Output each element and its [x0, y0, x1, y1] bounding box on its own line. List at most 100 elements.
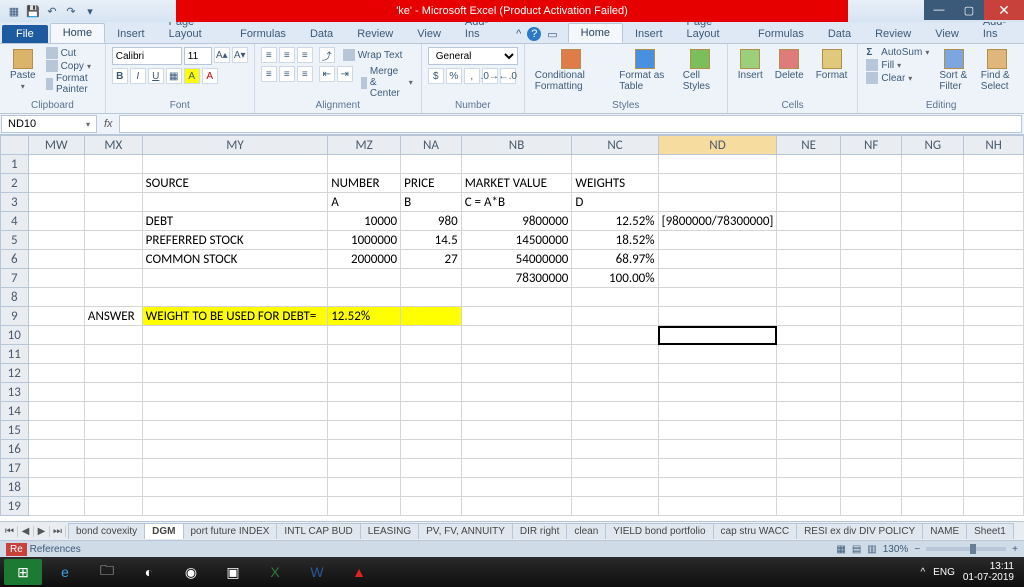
- cell-NH11[interactable]: [964, 345, 1024, 364]
- cell-NE1[interactable]: [777, 155, 840, 174]
- cell-NG19[interactable]: [902, 497, 964, 516]
- cell-NB6[interactable]: 54000000: [461, 250, 572, 269]
- cell-NB17[interactable]: [461, 459, 572, 478]
- cell-MZ9[interactable]: 12.52%: [328, 307, 401, 326]
- cell-MY7[interactable]: [142, 269, 328, 288]
- cell-MZ14[interactable]: [328, 402, 401, 421]
- file-tab[interactable]: File: [2, 25, 48, 43]
- cell-NG7[interactable]: [902, 269, 964, 288]
- cell-MW12[interactable]: [28, 364, 84, 383]
- cell-ND5[interactable]: [658, 231, 777, 250]
- row-header-12[interactable]: 12: [1, 364, 29, 383]
- sheet-tab-cap-stru-wacc[interactable]: cap stru WACC: [713, 523, 798, 539]
- cell-NF13[interactable]: [840, 383, 902, 402]
- cell-NA15[interactable]: [401, 421, 462, 440]
- sheet-tab-bond-covexity[interactable]: bond covexity: [68, 523, 145, 539]
- cell-NE10[interactable]: [777, 326, 840, 345]
- col-header-ND[interactable]: ND: [658, 136, 777, 155]
- col-header-MY[interactable]: MY: [142, 136, 328, 155]
- cell-ND19[interactable]: [658, 497, 777, 516]
- cell-styles-button[interactable]: Cell Styles: [679, 47, 721, 94]
- cell-NF8[interactable]: [840, 288, 902, 307]
- sheet-tab-sheet1[interactable]: Sheet1: [966, 523, 1014, 539]
- cell-MY2[interactable]: SOURCE: [142, 174, 328, 193]
- row-header-16[interactable]: 16: [1, 440, 29, 459]
- cell-ND1[interactable]: [658, 155, 777, 174]
- cell-NG18[interactable]: [902, 478, 964, 497]
- sheet-tab-port-future-index[interactable]: port future INDEX: [183, 523, 278, 539]
- view-layout-icon[interactable]: ▤: [852, 544, 861, 555]
- cell-NH14[interactable]: [964, 402, 1024, 421]
- cell-ND9[interactable]: [658, 307, 777, 326]
- cell-MW4[interactable]: [28, 212, 84, 231]
- cell-NE11[interactable]: [777, 345, 840, 364]
- cell-MZ16[interactable]: [328, 440, 401, 459]
- cell-NA18[interactable]: [401, 478, 462, 497]
- wrap-text-button[interactable]: Wrap Text: [341, 47, 405, 63]
- taskbar-app-icon[interactable]: ◐: [130, 559, 168, 585]
- cell-ND14[interactable]: [658, 402, 777, 421]
- sheet-nav-next-icon[interactable]: ▶: [34, 526, 50, 537]
- cell-NH2[interactable]: [964, 174, 1024, 193]
- cell-MW17[interactable]: [28, 459, 84, 478]
- row-header-9[interactable]: 9: [1, 307, 29, 326]
- copy-button[interactable]: Copy▾: [44, 60, 99, 72]
- format-cells-button[interactable]: Format: [812, 47, 852, 83]
- cell-NG11[interactable]: [902, 345, 964, 364]
- cell-MZ18[interactable]: [328, 478, 401, 497]
- comma-icon[interactable]: ,: [464, 68, 480, 84]
- cell-NA1[interactable]: [401, 155, 462, 174]
- cell-ND8[interactable]: [658, 288, 777, 307]
- cell-NG15[interactable]: [902, 421, 964, 440]
- cell-NF1[interactable]: [840, 155, 902, 174]
- paste-button[interactable]: Paste▾: [6, 47, 40, 93]
- align-middle-icon[interactable]: ≡: [279, 47, 295, 63]
- border-button[interactable]: ▦: [166, 68, 182, 84]
- cell-MY16[interactable]: [142, 440, 328, 459]
- underline-button[interactable]: U: [148, 68, 164, 84]
- row-header-14[interactable]: 14: [1, 402, 29, 421]
- cell-NA17[interactable]: [401, 459, 462, 478]
- row-header-7[interactable]: 7: [1, 269, 29, 288]
- cell-NH9[interactable]: [964, 307, 1024, 326]
- cell-NH18[interactable]: [964, 478, 1024, 497]
- cell-MZ12[interactable]: [328, 364, 401, 383]
- maximize-button[interactable]: ▢: [954, 0, 984, 20]
- sheet-tab-leasing[interactable]: LEASING: [360, 523, 419, 539]
- view-pagebreak-icon[interactable]: ▥: [867, 544, 876, 555]
- cell-NC10[interactable]: [572, 326, 658, 345]
- cell-MW13[interactable]: [28, 383, 84, 402]
- cell-MW5[interactable]: [28, 231, 84, 250]
- cell-MX9[interactable]: ANSWER: [84, 307, 142, 326]
- cell-NH19[interactable]: [964, 497, 1024, 516]
- cell-NA8[interactable]: [401, 288, 462, 307]
- cell-MY17[interactable]: [142, 459, 328, 478]
- col-header-NF[interactable]: NF: [840, 136, 902, 155]
- cell-MY3[interactable]: [142, 193, 328, 212]
- cut-button[interactable]: Cut: [44, 47, 99, 59]
- cell-NA2[interactable]: PRICE: [401, 174, 462, 193]
- taskbar-chrome-icon[interactable]: ◉: [172, 559, 210, 585]
- sheet-tab-dir-right[interactable]: DIR right: [512, 523, 567, 539]
- align-right-icon[interactable]: ≡: [297, 66, 313, 82]
- cell-NC2[interactable]: WEIGHTS: [572, 174, 658, 193]
- cell-MX14[interactable]: [84, 402, 142, 421]
- cell-NF3[interactable]: [840, 193, 902, 212]
- cell-NC13[interactable]: [572, 383, 658, 402]
- cell-NE7[interactable]: [777, 269, 840, 288]
- cell-NA9[interactable]: [401, 307, 462, 326]
- cell-NH12[interactable]: [964, 364, 1024, 383]
- row-header-3[interactable]: 3: [1, 193, 29, 212]
- ribbon-tab-insert[interactable]: Insert: [623, 25, 675, 43]
- cell-MW19[interactable]: [28, 497, 84, 516]
- cell-MW10[interactable]: [28, 326, 84, 345]
- cell-MY10[interactable]: [142, 326, 328, 345]
- sheet-nav-first-icon[interactable]: ⏮: [2, 526, 18, 537]
- delete-cells-button[interactable]: Delete: [771, 47, 808, 83]
- cell-MW1[interactable]: [28, 155, 84, 174]
- orientation-icon[interactable]: ⤴: [319, 47, 335, 63]
- cell-MW7[interactable]: [28, 269, 84, 288]
- ribbon-tab-data[interactable]: Data: [298, 25, 345, 43]
- taskbar-excel-icon[interactable]: X: [256, 559, 294, 585]
- cell-NC3[interactable]: D: [572, 193, 658, 212]
